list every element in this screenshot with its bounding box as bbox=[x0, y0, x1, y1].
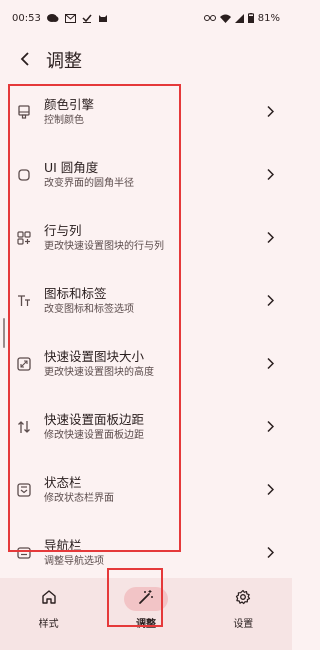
back-button[interactable] bbox=[12, 46, 40, 74]
item-title: 状态栏 bbox=[44, 474, 82, 490]
nav-item-style[interactable]: 样式 bbox=[0, 578, 97, 650]
list-item-tile-size[interactable]: 快速设置图块大小 更改快速设置图块的高度 bbox=[0, 332, 292, 395]
resize-icon bbox=[16, 356, 32, 372]
item-title: UI 圆角度 bbox=[44, 159, 99, 175]
battery-icon bbox=[247, 13, 254, 23]
magic-wand-icon bbox=[138, 589, 154, 609]
nav-label: 样式 bbox=[38, 619, 59, 630]
list-item-icons-labels[interactable]: 图标和标签 改变图标和标签选项 bbox=[0, 269, 292, 332]
chevron-right-icon bbox=[266, 102, 275, 121]
home-icon bbox=[41, 589, 57, 609]
nav-label: 设置 bbox=[233, 619, 254, 630]
arrow-back-icon bbox=[19, 51, 33, 70]
item-title: 快速设置图块大小 bbox=[44, 348, 145, 364]
item-subtitle: 调整导航选项 bbox=[44, 555, 104, 567]
chevron-right-icon bbox=[266, 291, 275, 310]
item-title: 行与列 bbox=[44, 222, 82, 238]
item-subtitle: 更改快速设置图块的行与列 bbox=[44, 240, 164, 252]
nav-item-tweaks[interactable]: 调整 bbox=[97, 578, 194, 650]
settings-list: 颜色引擎 控制颜色 UI 圆角度 改变界面的圆角半径 行与列 更改快速设置图块的… bbox=[0, 80, 292, 584]
grid-icon bbox=[16, 230, 32, 246]
palette-icon bbox=[16, 104, 32, 120]
chevron-right-icon bbox=[266, 543, 275, 562]
list-item-rows-columns[interactable]: 行与列 更改快速设置图块的行与列 bbox=[0, 206, 292, 269]
list-item-color-engine[interactable]: 颜色引擎 控制颜色 bbox=[0, 80, 292, 143]
nav-label: 调整 bbox=[135, 619, 156, 630]
list-item-panel-margin[interactable]: 快速设置面板边距 修改快速设置面板边距 bbox=[0, 395, 292, 458]
settings-icon bbox=[235, 589, 251, 609]
chevron-right-icon bbox=[266, 228, 275, 247]
battery-percent: 81% bbox=[257, 12, 280, 24]
nav-pill bbox=[221, 587, 265, 611]
bottom-navigation: 样式 调整 设置 bbox=[0, 578, 292, 650]
signal-icon bbox=[234, 13, 244, 23]
wifi-icon bbox=[219, 14, 231, 23]
nav-pill bbox=[123, 587, 168, 611]
link-icon bbox=[203, 14, 216, 22]
page-title: 调整 bbox=[46, 51, 82, 72]
navigation-bar-icon bbox=[16, 545, 32, 561]
check-icon bbox=[82, 13, 92, 23]
item-title: 快速设置面板边距 bbox=[44, 411, 145, 427]
nav-item-settings[interactable]: 设置 bbox=[195, 578, 292, 650]
text-format-icon bbox=[16, 293, 32, 309]
list-item-navigation-bar[interactable]: 导航栏 调整导航选项 bbox=[0, 521, 292, 584]
chevron-right-icon bbox=[266, 165, 275, 184]
item-subtitle: 更改快速设置图块的高度 bbox=[44, 366, 154, 378]
rounded-corner-icon bbox=[16, 167, 32, 183]
app-bar: 调整 bbox=[0, 36, 292, 84]
mail-icon bbox=[64, 13, 76, 23]
item-title: 颜色引擎 bbox=[44, 96, 95, 112]
nav-pill bbox=[27, 587, 71, 611]
status-bar-icon bbox=[16, 482, 32, 498]
item-subtitle: 修改快速设置面板边距 bbox=[44, 429, 144, 441]
status-time: 00:53 bbox=[12, 12, 41, 24]
chevron-right-icon bbox=[266, 417, 275, 436]
chevron-right-icon bbox=[266, 480, 275, 499]
item-subtitle: 改变界面的圆角半径 bbox=[44, 177, 134, 189]
item-subtitle: 改变图标和标签选项 bbox=[44, 303, 134, 315]
cat-icon bbox=[98, 13, 108, 23]
item-subtitle: 修改状态栏界面 bbox=[44, 492, 114, 504]
list-item-ui-radius[interactable]: UI 圆角度 改变界面的圆角半径 bbox=[0, 143, 292, 206]
message-icon bbox=[46, 13, 59, 23]
list-item-status-bar[interactable]: 状态栏 修改状态栏界面 bbox=[0, 458, 292, 521]
status-bar: 00:53 81% bbox=[0, 0, 292, 36]
swap-vertical-icon bbox=[16, 419, 32, 435]
scroll-indicator[interactable] bbox=[3, 318, 5, 348]
item-subtitle: 控制颜色 bbox=[44, 114, 84, 126]
item-title: 图标和标签 bbox=[44, 285, 107, 301]
chevron-right-icon bbox=[266, 354, 275, 373]
item-title: 导航栏 bbox=[44, 537, 82, 553]
